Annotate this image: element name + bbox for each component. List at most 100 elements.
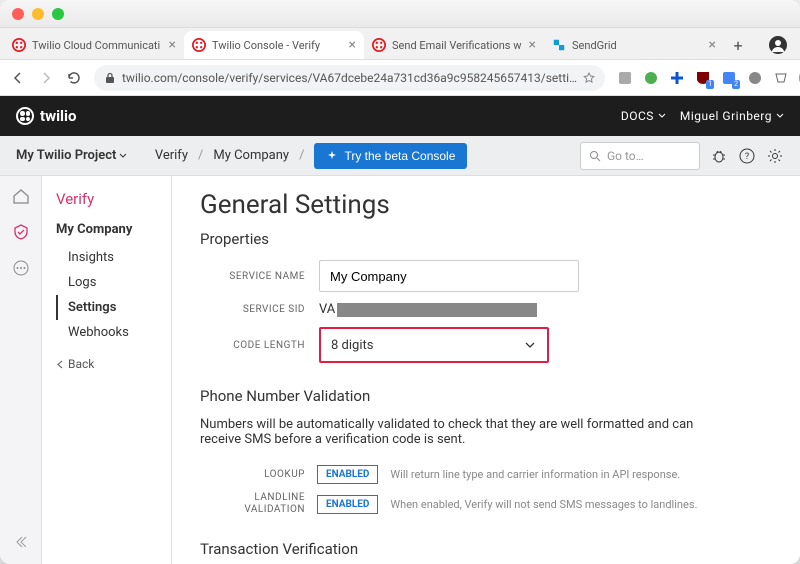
lookup-description: Will return line type and carrier inform… bbox=[390, 468, 680, 481]
breadcrumb-link[interactable]: My Company bbox=[213, 148, 289, 163]
properties-heading: Properties bbox=[200, 230, 772, 248]
close-tab-icon[interactable]: × bbox=[709, 37, 716, 53]
url-text: twilio.com/console/verify/services/VA67d… bbox=[122, 71, 577, 85]
star-icon[interactable] bbox=[583, 72, 595, 84]
service-name-input[interactable] bbox=[319, 260, 579, 292]
breadcrumb-separator bbox=[138, 148, 144, 163]
docs-link[interactable]: DOCS bbox=[621, 109, 666, 123]
sidebar-back[interactable]: Back bbox=[56, 357, 171, 371]
extension-icon[interactable] bbox=[669, 70, 685, 86]
extension-icon[interactable]: 2 bbox=[721, 70, 737, 86]
profile-menu-icon[interactable] bbox=[760, 35, 796, 59]
twilio-favicon-icon bbox=[12, 38, 26, 52]
browser-tab[interactable]: Twilio Console - Verify × bbox=[184, 31, 364, 59]
minimize-window-button[interactable] bbox=[32, 8, 44, 20]
lookup-toggle[interactable]: ENABLED bbox=[317, 465, 378, 484]
service-sid-label: SERVICE SID bbox=[200, 304, 305, 315]
sidebar-item-settings[interactable]: Settings bbox=[56, 295, 171, 320]
browser-addressbar: twilio.com/console/verify/services/VA67d… bbox=[0, 60, 800, 96]
extension-icon[interactable] bbox=[643, 70, 659, 86]
project-name: My Twilio Project bbox=[16, 148, 116, 163]
back-label: Back bbox=[68, 357, 94, 371]
user-name: Miguel Grinberg bbox=[680, 109, 772, 123]
sidebar-list: Insights Logs Settings Webhooks bbox=[56, 245, 171, 345]
service-sid-value: VA bbox=[319, 302, 537, 317]
phone-validation-heading: Phone Number Validation bbox=[200, 387, 772, 405]
debug-icon[interactable] bbox=[710, 147, 728, 165]
page-title: General Settings bbox=[200, 190, 772, 220]
project-switcher[interactable]: My Twilio Project bbox=[16, 148, 128, 163]
beta-button-label: Try the beta Console bbox=[344, 149, 455, 163]
code-length-value: 8 digits bbox=[331, 338, 373, 353]
phone-validation-description: Numbers will be automatically validated … bbox=[200, 417, 720, 447]
sidebar-item-webhooks[interactable]: Webhooks bbox=[56, 320, 171, 345]
chevron-down-icon bbox=[118, 151, 128, 161]
goto-search[interactable]: Go to… bbox=[580, 142, 700, 170]
back-button[interactable] bbox=[10, 69, 26, 87]
close-window-button[interactable] bbox=[12, 8, 24, 20]
url-input[interactable]: twilio.com/console/verify/services/VA67d… bbox=[94, 65, 605, 91]
home-icon[interactable] bbox=[11, 186, 31, 206]
docs-label: DOCS bbox=[621, 109, 654, 123]
subheader-bar: My Twilio Project Verify / My Company / … bbox=[0, 136, 800, 176]
search-placeholder: Go to… bbox=[607, 149, 644, 163]
transaction-verification-heading: Transaction Verification bbox=[200, 540, 772, 558]
lock-icon bbox=[104, 72, 116, 84]
browser-tab[interactable]: Twilio Cloud Communicati × bbox=[4, 31, 184, 59]
tab-title: Twilio Console - Verify bbox=[212, 39, 343, 52]
more-icon[interactable] bbox=[11, 258, 31, 278]
twilio-logo[interactable]: twilio bbox=[16, 107, 76, 125]
extension-icon[interactable] bbox=[773, 70, 789, 86]
forward-button[interactable] bbox=[38, 69, 54, 87]
reload-button[interactable] bbox=[66, 69, 82, 87]
chevron-down-icon bbox=[523, 338, 537, 352]
code-length-label: CODE LENGTH bbox=[200, 340, 305, 351]
sidebar-title[interactable]: Verify bbox=[56, 190, 171, 208]
gear-icon[interactable] bbox=[766, 147, 784, 165]
extension-icon[interactable] bbox=[617, 70, 633, 86]
sid-redacted bbox=[337, 303, 537, 317]
sid-prefix: VA bbox=[319, 302, 335, 317]
sidebar-item-insights[interactable]: Insights bbox=[56, 245, 171, 270]
extension-icon[interactable] bbox=[747, 70, 763, 86]
close-tab-icon[interactable]: × bbox=[349, 37, 356, 53]
try-beta-button[interactable]: Try the beta Console bbox=[314, 143, 467, 169]
code-length-select[interactable]: 8 digits bbox=[319, 327, 549, 363]
icon-rail bbox=[0, 176, 42, 564]
chevron-down-icon bbox=[658, 112, 666, 120]
browser-tab[interactable]: Send Email Verifications w × bbox=[364, 31, 544, 59]
landline-description: When enabled, Verify will not send SMS m… bbox=[390, 498, 697, 511]
new-tab-button[interactable]: + bbox=[724, 31, 752, 59]
landline-label: LANDLINE VALIDATION bbox=[200, 492, 305, 516]
sidebar: Verify My Company Insights Logs Settings… bbox=[42, 176, 172, 564]
close-tab-icon[interactable]: × bbox=[529, 37, 536, 53]
chevron-left-icon bbox=[56, 360, 65, 369]
collapse-rail-icon[interactable] bbox=[11, 532, 31, 552]
sendgrid-favicon-icon bbox=[552, 38, 566, 52]
breadcrumb-link[interactable]: Verify bbox=[155, 148, 188, 163]
user-menu[interactable]: Miguel Grinberg bbox=[680, 109, 784, 123]
macos-titlebar bbox=[0, 0, 800, 28]
tab-title: Send Email Verifications w bbox=[392, 39, 523, 52]
breadcrumb-separator: / bbox=[198, 148, 203, 163]
twilio-logo-icon bbox=[16, 107, 34, 125]
service-name-label: SERVICE NAME bbox=[200, 271, 305, 282]
browser-tab[interactable]: SendGrid × bbox=[544, 31, 724, 59]
sidebar-item-logs[interactable]: Logs bbox=[56, 270, 171, 295]
tab-title: Twilio Cloud Communicati bbox=[32, 39, 163, 52]
help-icon[interactable]: ? bbox=[738, 147, 756, 165]
twilio-topbar: twilio DOCS Miguel Grinberg bbox=[0, 96, 800, 136]
chevron-down-icon bbox=[776, 112, 784, 120]
tab-title: SendGrid bbox=[572, 39, 703, 52]
svg-text:?: ? bbox=[745, 152, 749, 162]
search-icon bbox=[589, 150, 601, 162]
close-tab-icon[interactable]: × bbox=[169, 37, 176, 53]
verify-icon[interactable] bbox=[11, 222, 31, 242]
twilio-favicon-icon bbox=[372, 38, 386, 52]
landline-toggle[interactable]: ENABLED bbox=[317, 495, 378, 514]
sidebar-service-heading[interactable]: My Company bbox=[56, 222, 171, 237]
ublock-extension-icon[interactable]: 1 bbox=[695, 70, 711, 86]
maximize-window-button[interactable] bbox=[52, 8, 64, 20]
content-pane: General Settings Properties SERVICE NAME… bbox=[172, 176, 800, 564]
lookup-label: LOOKUP bbox=[200, 469, 305, 481]
